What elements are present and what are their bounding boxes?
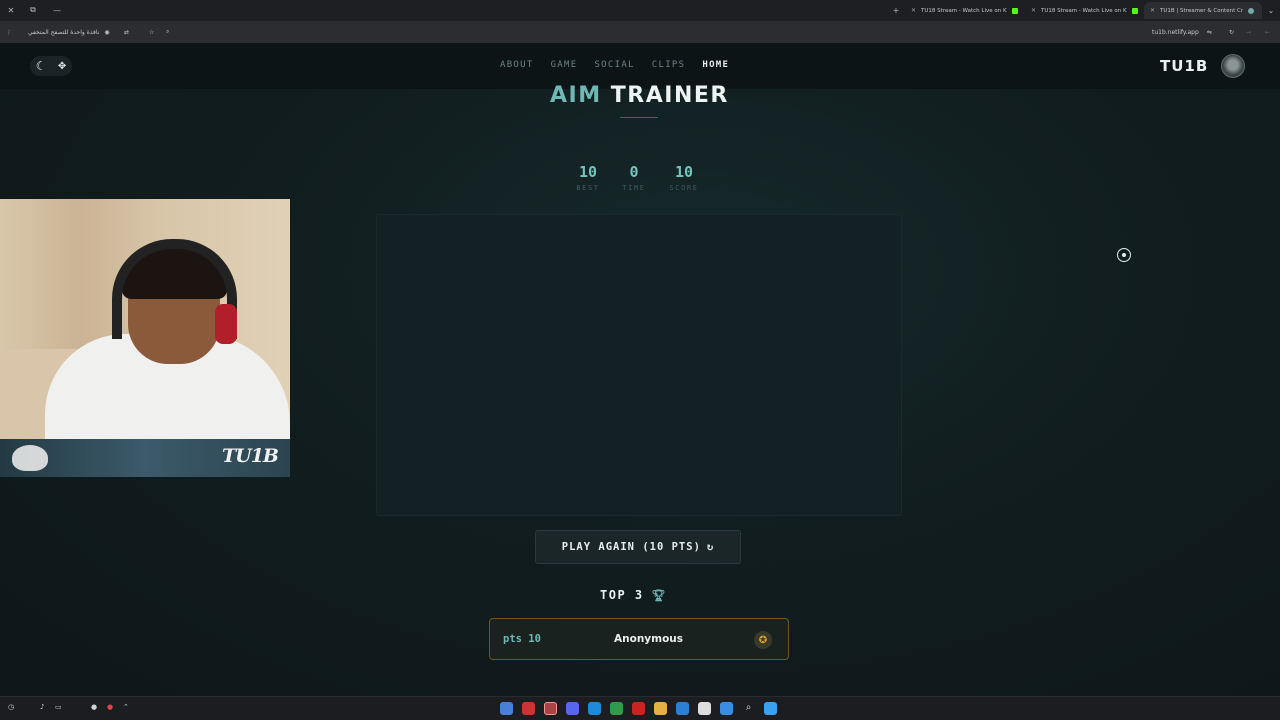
- search-icon[interactable]: ⌕: [742, 702, 755, 715]
- leaderboard-row: pts 10 Anonymous ✪: [489, 618, 789, 660]
- app-icon-active[interactable]: [544, 702, 557, 715]
- kick-favicon-icon: [1131, 7, 1138, 14]
- menu-icon[interactable]: ⋮: [6, 26, 12, 38]
- recording-icon[interactable]: ●: [107, 703, 113, 711]
- nav-links: ABOUT GAME SOCIAL CLIPS HOME: [500, 60, 746, 70]
- site-settings-icon[interactable]: ⇋: [1207, 26, 1212, 38]
- game-arena[interactable]: [376, 214, 902, 516]
- browser-tab[interactable]: ✕ TU18 Stream - Watch Live on K: [1025, 2, 1144, 19]
- page-title: AIM TRAINER: [550, 83, 729, 108]
- incognito-icon: ◉: [104, 28, 110, 36]
- leaderboard-heading: TOP 3 🏆︎: [600, 588, 667, 602]
- streamer-logo: [12, 445, 48, 471]
- tab-title: TU18 Stream - Watch Live on K: [921, 7, 1007, 14]
- site-favicon-icon: [1248, 7, 1255, 14]
- tab-search-icon[interactable]: ⌄: [1264, 3, 1278, 17]
- close-tab-icon[interactable]: ✕: [1031, 7, 1036, 14]
- play-again-label: PLAY AGAIN (10 PTS): [561, 541, 701, 553]
- leaderboard-name: Anonymous: [614, 633, 684, 645]
- nav-link-game[interactable]: GAME: [551, 60, 578, 70]
- stat-value: 10: [674, 163, 694, 181]
- mic-icon[interactable]: ●: [91, 703, 97, 711]
- minimize-window-icon[interactable]: —: [50, 3, 64, 17]
- back-icon[interactable]: ←: [1265, 26, 1270, 38]
- title-accent: AIM: [550, 83, 602, 108]
- brand-avatar[interactable]: [1221, 54, 1245, 78]
- bookmark-star-icon[interactable]: ☆: [149, 26, 154, 38]
- restart-icon: ↻: [706, 541, 715, 553]
- leaderboard-title: TOP 3: [600, 588, 644, 602]
- moon-icon: ☾: [35, 59, 47, 73]
- extensions-icon[interactable]: ⇄: [124, 26, 129, 38]
- app-icon-blue[interactable]: [676, 702, 689, 715]
- file-explorer-icon[interactable]: [654, 702, 667, 715]
- close-window-icon[interactable]: ✕: [4, 3, 18, 17]
- brand-name[interactable]: TU1B: [1160, 57, 1208, 75]
- incognito-label: نافذة واحدة للتصفح المتخفي: [28, 28, 100, 36]
- app-icon-red[interactable]: [632, 702, 645, 715]
- volume-icon[interactable]: ♪: [40, 703, 44, 711]
- chrome-app-icon[interactable]: [500, 702, 513, 715]
- leaderboard-points: pts 10: [503, 633, 541, 645]
- nav-link-home[interactable]: HOME: [702, 60, 729, 70]
- webcam-overlay-name: TU1B: [222, 445, 279, 467]
- url-field[interactable]: tu1b.netlify.app: [1152, 26, 1199, 38]
- title-rest: TRAINER: [610, 83, 729, 108]
- tab-title: TU1B | Streamer & Content Cr: [1160, 7, 1244, 14]
- stat-label: SCORE: [669, 184, 699, 192]
- browser-tab[interactable]: ✕ TU18 Stream - Watch Live on K: [905, 2, 1024, 19]
- title-underline: [620, 117, 658, 118]
- incognito-indicator[interactable]: نافذة واحدة للتصفح المتخفي ◉: [28, 26, 110, 38]
- gold-medal-icon: ✪: [754, 631, 772, 649]
- stat-score: 10 SCORE: [659, 163, 709, 192]
- os-taskbar: ◷ ♪ ▭ ● ● ⌃ ⌕: [0, 696, 1280, 720]
- stat-label: TIME: [622, 184, 646, 192]
- stat-time: 0 TIME: [609, 163, 659, 192]
- nav-link-social[interactable]: SOCIAL: [594, 60, 634, 70]
- close-tab-icon[interactable]: ✕: [1150, 7, 1155, 14]
- app-icon-green[interactable]: [610, 702, 623, 715]
- browser-tab-bar: ✕ ⧉ — + ✕ TU18 Stream - Watch Live on K …: [0, 0, 1280, 21]
- reload-icon[interactable]: ↻: [1229, 26, 1234, 38]
- tray-expand-icon[interactable]: ⌃: [123, 703, 129, 711]
- close-tab-icon[interactable]: ✕: [911, 7, 916, 14]
- tab-title: TU18 Stream - Watch Live on K: [1041, 7, 1127, 14]
- stat-best: 10 BEST: [563, 163, 613, 192]
- webcam-overlay: TU1B: [0, 199, 290, 477]
- restore-window-icon[interactable]: ⧉: [26, 3, 40, 17]
- app-icon-white[interactable]: [698, 702, 711, 715]
- stat-value: 10: [578, 163, 598, 181]
- nav-link-clips[interactable]: CLIPS: [652, 60, 686, 70]
- nav-link-about[interactable]: ABOUT: [500, 60, 534, 70]
- play-again-button[interactable]: PLAY AGAIN (10 PTS) ↻: [535, 530, 741, 564]
- browser-tab-active[interactable]: ✕ TU1B | Streamer & Content Cr: [1144, 2, 1262, 19]
- stat-value: 0: [629, 163, 639, 181]
- discord-app-icon[interactable]: [566, 702, 579, 715]
- mouse-cursor-target-icon: [1117, 248, 1131, 262]
- app-icon-widgets[interactable]: [720, 702, 733, 715]
- stat-label: BEST: [576, 184, 600, 192]
- edge-app-icon[interactable]: [588, 702, 601, 715]
- trophy-icon: 🏆︎: [651, 588, 668, 602]
- gamepad-icon: ✥: [57, 60, 67, 72]
- zoom-icon[interactable]: ⌕: [166, 26, 169, 38]
- kick-favicon-icon: [1011, 7, 1018, 14]
- windows-start-icon[interactable]: [764, 702, 777, 715]
- theme-toggle[interactable]: ☾ ✥: [30, 56, 72, 76]
- system-clock[interactable]: ◷: [8, 703, 14, 711]
- address-bar-row: ⋮ نافذة واحدة للتصفح المتخفي ◉ ⇄ ☆ ⌕ tu1…: [0, 21, 1280, 43]
- headset-earcup: [215, 304, 237, 344]
- new-tab-icon[interactable]: +: [889, 3, 903, 17]
- network-icon[interactable]: ▭: [55, 703, 62, 711]
- forward-icon[interactable]: →: [1246, 26, 1251, 38]
- obs-app-icon[interactable]: [522, 702, 535, 715]
- url-text: tu1b.netlify.app: [1152, 28, 1199, 36]
